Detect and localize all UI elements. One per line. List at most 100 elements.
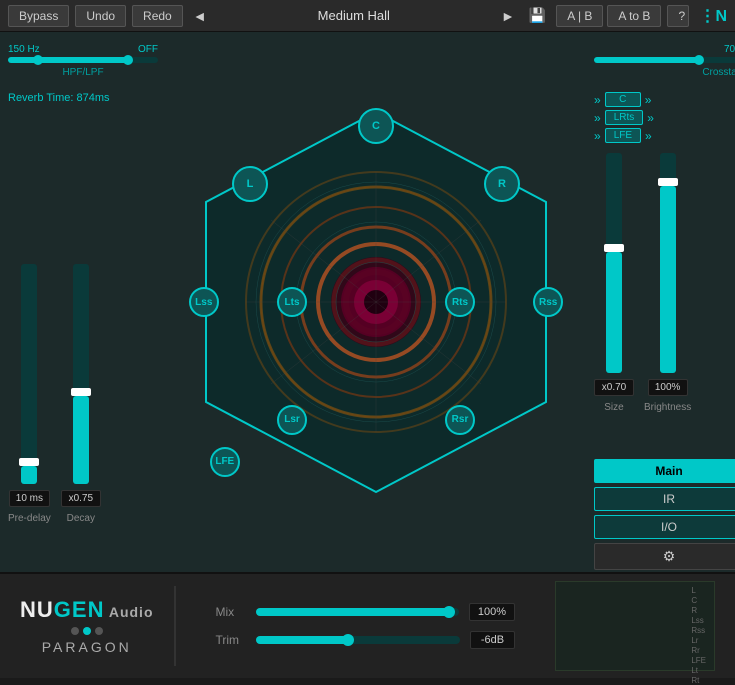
io-button[interactable]: I/O [594, 515, 735, 539]
n-logo: ⋮N [699, 6, 727, 26]
meter-panel: L C R Lss Rss Lr Rr LFE Lt Rt [555, 581, 715, 671]
right-faders-row: x0.70 Size 100% Brightness [594, 153, 735, 453]
dot-3 [95, 627, 103, 635]
settings-button[interactable]: ⚙ [594, 543, 735, 570]
ab-toggle-button[interactable]: A | B [556, 5, 603, 27]
undo-button[interactable]: Undo [75, 5, 126, 27]
lpf-value: OFF [138, 44, 158, 55]
speaker-l[interactable]: L [232, 166, 268, 202]
ch-LFE: LFE [691, 656, 706, 665]
toolbar: Bypass Undo Redo ◄ Medium Hall ► 💾 A | B… [0, 0, 735, 32]
predelay-value[interactable]: 10 ms [9, 490, 50, 507]
speaker-r[interactable]: R [484, 166, 520, 202]
mix-value[interactable]: 100% [469, 603, 515, 621]
mix-label: Mix [216, 605, 246, 619]
crosstalk-pct: 70% [594, 44, 735, 55]
routing-arrow-6: » [645, 129, 652, 143]
routing-row-lrts: » LRts » [594, 110, 735, 125]
predelay-label: Pre-delay [8, 513, 51, 524]
brightness-label: Brightness [644, 402, 691, 413]
routing-btn-c[interactable]: C [605, 92, 641, 107]
product-name: PARAGON [42, 639, 132, 655]
left-panel: 150 Hz OFF HPF/LPF Reverb Time: 874ms 10… [0, 32, 166, 572]
decay-value[interactable]: x0.75 [61, 490, 101, 507]
preset-name: Medium Hall [217, 8, 491, 23]
right-panel: 70% Crosstalk » C » » LRts » » LFE » [586, 32, 735, 572]
routing-btn-lrts[interactable]: LRts [605, 110, 644, 125]
routing-btn-lfe[interactable]: LFE [605, 128, 641, 143]
size-fader: x0.70 Size [594, 153, 634, 413]
ir-button[interactable]: IR [594, 487, 735, 511]
bottom-panel: NUGEN Audio PARAGON Mix 100% Trim -6dB [0, 572, 735, 678]
ch-C: C [691, 596, 706, 605]
help-button[interactable]: ? [667, 5, 689, 27]
ch-Lt: Lt [691, 666, 706, 675]
faders-row: 10 ms Pre-delay x0.75 Decay [8, 114, 158, 564]
ch-Rss: Rss [691, 626, 706, 635]
action-buttons: Main IR I/O ⚙ [594, 459, 735, 570]
nugen-logo: NUGEN Audio PARAGON [20, 597, 154, 655]
speaker-rsr[interactable]: Rsr [445, 405, 475, 435]
hpf-lpf-slider[interactable] [8, 57, 158, 63]
routing-arrow-1: » [594, 93, 601, 107]
routing-arrow-5: » [594, 129, 601, 143]
decay-fader: x0.75 Decay [61, 264, 101, 524]
speaker-c[interactable]: C [358, 108, 394, 144]
speaker-lss[interactable]: Lss [189, 287, 219, 317]
ch-L: L [691, 586, 706, 595]
trim-row: Trim -6dB [216, 631, 516, 649]
channel-labels: L C R Lss Rss Lr Rr LFE Lt Rt [691, 586, 706, 685]
brand-dots [71, 627, 103, 635]
routing-arrow-2: » [645, 93, 652, 107]
decay-label: Decay [67, 513, 95, 524]
speaker-lfe[interactable]: LFE [210, 447, 240, 477]
brand-audio: Audio [104, 604, 153, 620]
crosstalk-row: 70% Crosstalk [594, 40, 735, 82]
brightness-value[interactable]: 100% [648, 379, 688, 396]
ch-Lr: Lr [691, 636, 706, 645]
size-label: Size [604, 402, 623, 413]
decay-track[interactable] [73, 264, 89, 484]
atob-button[interactable]: A to B [607, 5, 661, 27]
ch-Rr: Rr [691, 646, 706, 655]
bypass-button[interactable]: Bypass [8, 5, 69, 27]
brand-nu: NU [20, 597, 54, 622]
main-area: 150 Hz OFF HPF/LPF Reverb Time: 874ms 10… [0, 32, 735, 572]
crosstalk-name: Crosstalk [594, 67, 735, 78]
filter-name-label: HPF/LPF [8, 67, 158, 78]
brand-gen: GEN [54, 597, 105, 622]
main-button[interactable]: Main [594, 459, 735, 483]
hexagon-container: C L R Lts Rts Lss Rss Lsr Rsr LFE [166, 92, 586, 512]
brightness-fader: 100% Brightness [644, 153, 691, 413]
dot-1 [71, 627, 79, 635]
redo-button[interactable]: Redo [132, 5, 183, 27]
center-area: C L R Lts Rts Lss Rss Lsr Rsr LFE [166, 32, 586, 572]
routing-area: » C » » LRts » » LFE » [594, 92, 735, 143]
next-preset-button[interactable]: ► [497, 5, 519, 27]
trim-value[interactable]: -6dB [470, 631, 515, 649]
meter-bars-container: L C R Lss Rss Lr Rr LFE Lt Rt [691, 586, 710, 685]
routing-arrow-3: » [594, 111, 601, 125]
save-button[interactable]: 💾 [525, 5, 550, 27]
mix-slider[interactable] [256, 608, 459, 616]
prev-preset-button[interactable]: ◄ [189, 5, 211, 27]
mix-controls: Mix 100% Trim -6dB [196, 603, 536, 649]
size-track[interactable] [606, 153, 622, 373]
speaker-rss[interactable]: Rss [533, 287, 563, 317]
hpf-value: 150 Hz [8, 44, 40, 55]
predelay-fader: 10 ms Pre-delay [8, 264, 51, 524]
bottom-divider [174, 586, 176, 666]
routing-row-lfe: » LFE » [594, 128, 735, 143]
trim-slider[interactable] [256, 636, 461, 644]
speaker-lsr[interactable]: Lsr [277, 405, 307, 435]
reverb-time: Reverb Time: 874ms [8, 92, 158, 104]
brand-name: NUGEN Audio [20, 597, 154, 623]
speaker-lts[interactable]: Lts [277, 287, 307, 317]
brightness-track[interactable] [660, 153, 676, 373]
speaker-rts[interactable]: Rts [445, 287, 475, 317]
routing-row-c: » C » [594, 92, 735, 107]
size-value[interactable]: x0.70 [594, 379, 634, 396]
mix-row: Mix 100% [216, 603, 516, 621]
predelay-track[interactable] [21, 264, 37, 484]
crosstalk-slider[interactable] [594, 57, 735, 63]
